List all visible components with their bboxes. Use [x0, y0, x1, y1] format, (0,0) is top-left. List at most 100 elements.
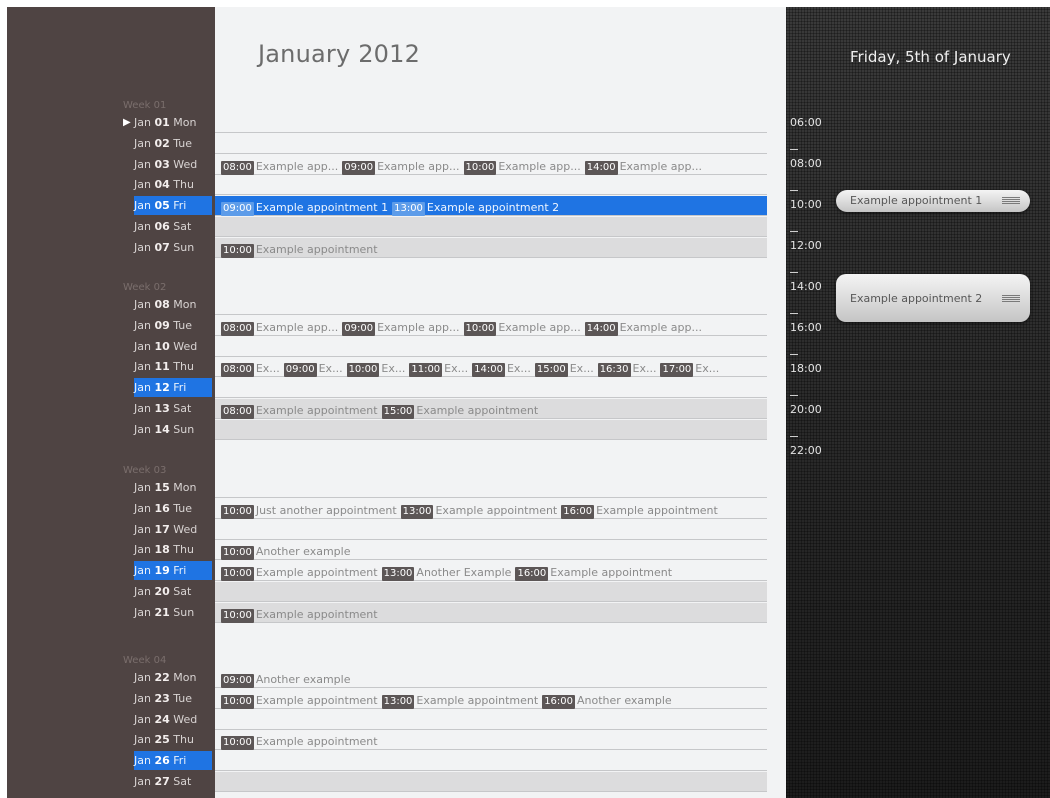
appointment-item[interactable]: 16:00 Another example [542, 691, 672, 710]
appointment-item[interactable]: 10:00 Just another appointment [221, 501, 397, 520]
day-row-separator [215, 153, 767, 154]
week-label: Week 01 [123, 100, 167, 111]
day-label[interactable]: Jan 11 Thu [134, 357, 212, 376]
day-label[interactable]: Jan 06 Sat [134, 217, 212, 236]
day-label[interactable]: Jan 13 Sat [134, 399, 212, 418]
appointment-list: 09:00 Another example [221, 668, 354, 689]
day-label[interactable]: Jan 05 Fri [134, 196, 212, 215]
appointment-item[interactable]: 13:00 Example appointment 2 [392, 198, 559, 217]
appointment-item[interactable]: 08:00 Example app... [221, 318, 338, 337]
appointment-time-badge: 16:00 [542, 695, 576, 709]
day-label[interactable]: Jan 08 Mon [134, 295, 212, 314]
day-month: Jan [134, 523, 155, 536]
day-label[interactable]: Jan 18 Thu [134, 540, 212, 559]
appointment-item[interactable]: 17:00 Ex... [660, 359, 719, 378]
day-number: 13 [154, 402, 170, 415]
day-label[interactable]: Jan 15 Mon [134, 478, 212, 497]
day-label[interactable]: Jan 03 Wed [134, 155, 212, 174]
appointment-item[interactable]: 11:00 Ex... [409, 359, 468, 378]
day-label[interactable]: Jan 20 Sat [134, 582, 212, 601]
day-label[interactable]: Jan 04 Thu [134, 175, 212, 194]
drag-handle-icon[interactable] [1002, 295, 1020, 302]
day-number: 11 [154, 360, 170, 373]
day-label[interactable]: Jan 02 Tue [134, 134, 212, 153]
appointment-item[interactable]: 08:00 Example app... [221, 157, 338, 176]
day-appointment-card[interactable]: Example appointment 1 [836, 190, 1030, 212]
day-appointment-card[interactable]: Example appointment 2 [836, 274, 1030, 322]
appointment-item[interactable]: 10:00 Example app... [463, 318, 581, 337]
appointment-item[interactable]: 10:00 Example appointment [221, 605, 378, 624]
appointment-title: Example appointment [255, 735, 378, 748]
appointment-item[interactable]: 10:00 Example app... [463, 157, 581, 176]
appointment-list: 10:00 Example appointment 13:00 Example app… [221, 689, 676, 710]
appointment-title: Example app... [255, 160, 339, 173]
drag-handle-icon[interactable] [1002, 197, 1020, 204]
weekend-row-bg[interactable] [215, 217, 767, 236]
day-label[interactable]: Jan 16 Tue [134, 499, 212, 518]
day-label[interactable]: Jan 25 Thu [134, 730, 212, 749]
day-label[interactable]: Jan 17 Wed [134, 520, 212, 539]
appointment-title: Ex... [318, 362, 343, 375]
week-label: Week 04 [123, 655, 167, 666]
day-label[interactable]: Jan 19 Fri [134, 561, 212, 580]
appointment-item[interactable]: 14:00 Example app... [584, 318, 702, 337]
appointment-item[interactable]: 14:00 Ex... [472, 359, 531, 378]
day-number: 12 [154, 381, 170, 394]
day-label[interactable]: Jan 21 Sun [134, 603, 212, 622]
appointment-item[interactable]: 16:00 Example appointment [561, 501, 718, 520]
day-label[interactable]: Jan 09 Tue [134, 316, 212, 335]
day-weekday: Thu [169, 360, 194, 373]
appointment-list: 08:00 Example app... 09:00 Example app... 10… [221, 155, 706, 176]
appointment-item[interactable]: 10:00 Example appointment [221, 563, 378, 582]
day-row-separator [215, 397, 767, 398]
day-label[interactable]: Jan 07 Sun [134, 238, 212, 257]
day-label[interactable]: Jan 27 Sat [134, 772, 212, 791]
weekend-row-bg[interactable] [215, 582, 767, 601]
day-weekday: Sat [169, 775, 192, 788]
appointment-item[interactable]: 10:00 Another example [221, 542, 350, 561]
appointment-item[interactable]: 14:00 Example app... [584, 157, 702, 176]
appointment-item[interactable]: 13:00 Example appointment [381, 691, 538, 710]
appointment-item[interactable]: 08:00 Example appointment [221, 401, 378, 420]
day-label[interactable]: Jan 14 Sun [134, 420, 212, 439]
day-month: Jan [134, 360, 155, 373]
day-number: 23 [154, 692, 170, 705]
appointment-item[interactable]: 08:00 Ex... [221, 359, 280, 378]
day-weekday: Fri [169, 754, 187, 767]
weekend-row-bg[interactable] [215, 772, 767, 791]
day-month: Jan [134, 381, 155, 394]
appointment-item[interactable]: 09:00 Ex... [283, 359, 343, 378]
appointment-item[interactable]: 15:00 Ex... [534, 359, 594, 378]
day-label[interactable]: Jan 26 Fri [134, 751, 212, 770]
day-label[interactable]: Jan 24 Wed [134, 710, 212, 729]
appointment-item[interactable]: 10:00 Example appointment [221, 691, 378, 710]
day-label[interactable]: Jan 12 Fri [134, 378, 212, 397]
appointment-item[interactable]: 15:00 Example appointment [381, 401, 538, 420]
day-month: Jan [134, 319, 155, 332]
appointment-item[interactable]: 09:00 Example appointment 1 [221, 198, 388, 217]
appointment-item[interactable]: 10:00 Example appointment [221, 732, 378, 751]
day-label[interactable]: Jan 10 Wed [134, 337, 212, 356]
appointment-item[interactable]: 13:00 Example appointment [400, 501, 557, 520]
appointment-item[interactable]: 13:00 Another Example [381, 563, 511, 582]
day-weekday: Fri [169, 564, 187, 577]
appointment-item[interactable]: 09:00 Example app... [342, 157, 460, 176]
appointment-time-badge: 11:00 [409, 363, 443, 377]
day-month: Jan [134, 402, 155, 415]
day-label[interactable]: Jan 01 Mon [123, 113, 212, 132]
appointment-item[interactable]: 10:00 Example appointment [221, 240, 378, 259]
weekend-row-bg[interactable] [215, 420, 767, 439]
appointment-item[interactable]: 09:00 Another example [221, 670, 350, 689]
appointment-item[interactable]: 09:00 Example app... [342, 318, 460, 337]
appointment-time-badge: 14:00 [472, 363, 505, 377]
appointment-item[interactable]: 10:00 Ex... [346, 359, 405, 378]
appointment-item[interactable]: 16:00 Example appointment [515, 563, 672, 582]
appointment-time-badge: 09:00 [283, 363, 317, 377]
appointment-title: Example appointment [255, 694, 378, 707]
appointment-time-badge: 10:00 [346, 363, 380, 377]
day-label[interactable]: Jan 22 Mon [134, 668, 212, 687]
appointment-item[interactable]: 16:30 Ex... [597, 359, 656, 378]
day-number: 15 [154, 481, 170, 494]
day-month: Jan [134, 137, 155, 150]
day-label[interactable]: Jan 23 Tue [134, 689, 212, 708]
